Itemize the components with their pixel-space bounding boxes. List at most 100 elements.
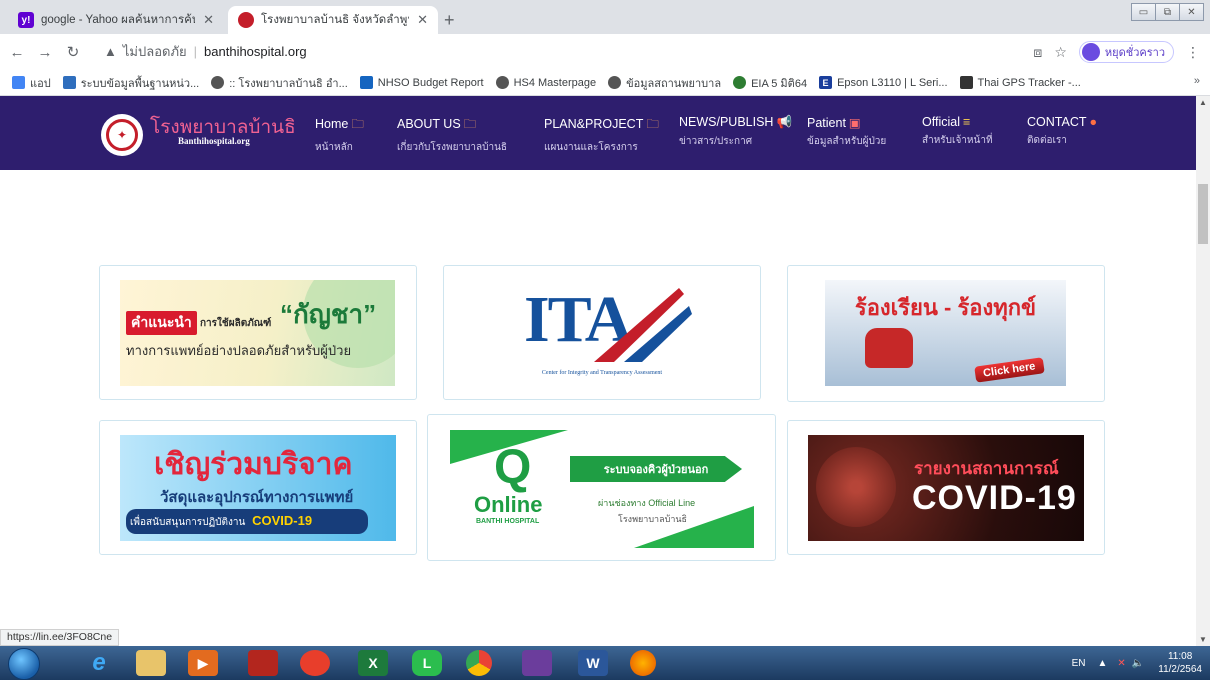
bookmark-item[interactable]: HS4 Masterpage: [495, 76, 596, 89]
media-player-icon[interactable]: ▶: [188, 650, 218, 676]
file-explorer-icon[interactable]: [136, 650, 166, 676]
more-bookmarks-icon[interactable]: »: [1194, 75, 1200, 87]
donation-line1: วัสดุและอุปกรณ์ทางการแพทย์: [160, 489, 354, 506]
bookmark-label: ระบบข้อมูลพื้นฐานหน่ว...: [80, 77, 200, 90]
apps-icon: [12, 76, 25, 89]
forward-icon[interactable]: →: [34, 44, 56, 61]
close-window-icon[interactable]: ✕: [1179, 3, 1204, 21]
clock-time: 11:08: [1167, 651, 1193, 662]
minimize-icon[interactable]: ▭: [1131, 3, 1156, 21]
reload-icon[interactable]: ↻: [62, 43, 84, 61]
nav-about[interactable]: ABOUT US 🗀 เกี่ยวกับโรงพยาบาลบ้านธิ: [397, 115, 507, 155]
restore-icon[interactable]: ⧉: [1155, 3, 1180, 21]
nav-sublabel: หน้าหลัก: [315, 142, 353, 153]
winrar-icon[interactable]: [522, 650, 552, 676]
nav-plan-project[interactable]: PLAN&PROJECT 🗀 แผนงานและโครงการ: [544, 115, 659, 155]
card-ita[interactable]: ITA Center for Integrity and Transparenc…: [443, 265, 761, 400]
yahoo-favicon-icon: y!: [18, 12, 34, 28]
bookmark-label: NHSO Budget Report: [377, 76, 484, 89]
firefox-icon[interactable]: [630, 650, 656, 676]
bookmark-item[interactable]: Thai GPS Tracker -...: [959, 76, 1081, 89]
tab-banthi[interactable]: โรงพยาบาลบ้านธิ จังหวัดลำพูน ✕: [228, 6, 438, 34]
profile-button[interactable]: หยุดชั่วคราว: [1078, 41, 1174, 63]
browser-toolbar: ← → ↻ ▲ ไม่ปลอดภัย | banthihospital.org …: [0, 34, 1210, 70]
folder-icon: 🗀: [463, 117, 477, 131]
card-covid-report[interactable]: รายงานสถานการณ์ COVID-19: [787, 420, 1105, 555]
translate-icon[interactable]: ⧈: [1033, 44, 1042, 61]
donation-title: เชิญร่วมบริจาค: [154, 448, 353, 481]
globe-icon: [211, 76, 225, 89]
cannabis-banner[interactable]: คำแนะนำ การใช้ผลิตภัณฑ์ “กัญชา” ทางการแพ…: [120, 280, 395, 386]
donation-line2: เพื่อสนับสนุนการปฏิบัติงาน: [130, 517, 246, 528]
hospital-logo[interactable]: ✦: [101, 114, 143, 156]
card-complaint[interactable]: ร้องเรียน - ร้องทุกข์ Click here: [787, 265, 1105, 402]
bookmark-item[interactable]: ข้อมูลสถานพยาบาล: [608, 74, 721, 92]
nav-patient[interactable]: Patient ▣ ข้อมูลสำหรับผู้ป่วย: [807, 115, 886, 149]
bookmark-item[interactable]: :: โรงพยาบาลบ้านธิ อำ...: [211, 74, 348, 92]
folder-icon: 🗀: [646, 117, 659, 131]
window-controls: ▭ ⧉ ✕: [1131, 3, 1204, 21]
nav-sublabel: ข่าวสาร/ประกาศ: [679, 136, 753, 147]
online-label: Online: [474, 492, 543, 517]
nav-contact[interactable]: CONTACT ● ติดต่อเรา: [1027, 115, 1097, 148]
ita-banner[interactable]: ITA Center for Integrity and Transparenc…: [464, 280, 740, 386]
start-button[interactable]: [8, 648, 40, 680]
nav-sublabel: ติดต่อเรา: [1027, 135, 1067, 146]
nav-news[interactable]: NEWS/PUBLISH 📢 ข่าวสาร/ประกาศ: [679, 115, 792, 149]
bookmark-item[interactable]: แอป: [12, 74, 51, 92]
complaint-banner[interactable]: ร้องเรียน - ร้องทุกข์ Click here: [825, 280, 1066, 386]
app-icon[interactable]: [300, 650, 330, 676]
line-icon[interactable]: L: [412, 650, 442, 676]
status-url: https://lin.ee/3FO8Cne: [0, 629, 120, 646]
hospital-favicon-icon: [238, 12, 254, 28]
internet-explorer-icon[interactable]: e: [84, 649, 114, 676]
card-cannabis-guide[interactable]: คำแนะนำ การใช้ผลิตภัณฑ์ “กัญชา” ทางการแพ…: [99, 265, 417, 400]
bookmark-item[interactable]: E Epson L3110 | L Seri...: [819, 76, 948, 89]
scroll-thumb[interactable]: [1198, 184, 1208, 244]
tray-arrow-icon[interactable]: ▲: [1098, 658, 1108, 669]
clock[interactable]: 11:08 11/2/2564: [1158, 650, 1202, 676]
card-donation[interactable]: เชิญร่วมบริจาค วัสดุและอุปกรณ์ทางการแพทย…: [99, 420, 417, 555]
volume-icon[interactable]: 🔈: [1132, 658, 1144, 669]
chrome-icon[interactable]: [466, 650, 492, 676]
brand-english[interactable]: Banthihospital.org: [178, 136, 250, 146]
scroll-up-icon[interactable]: ▲: [1199, 98, 1207, 107]
scroll-down-icon[interactable]: ▼: [1199, 635, 1207, 644]
queue-banner[interactable]: Q Online BANTHI HOSPITAL ระบบจองคิวผู้ป่…: [450, 430, 754, 548]
more-menu-icon[interactable]: ⋮: [1186, 44, 1200, 61]
donation-banner[interactable]: เชิญร่วมบริจาค วัสดุและอุปกรณ์ทางการแพทย…: [120, 435, 396, 541]
excel-icon[interactable]: X: [358, 650, 388, 676]
omnibox[interactable]: ▲ ไม่ปลอดภัย | banthihospital.org: [104, 41, 307, 62]
virus-icon: [816, 447, 896, 527]
globe-icon: [495, 76, 509, 89]
nav-sublabel: ข้อมูลสำหรับผู้ป่วย: [807, 136, 887, 147]
close-tab-icon[interactable]: ✕: [417, 12, 428, 28]
screen: y! google - Yahoo ผลค้นหาการค้นหา ✕ โรงพ…: [0, 0, 1210, 680]
language-indicator[interactable]: EN: [1072, 658, 1086, 669]
app-icon[interactable]: [248, 650, 278, 676]
new-tab-icon[interactable]: +: [444, 10, 455, 31]
badge: คำแนะนำ: [126, 311, 197, 335]
bookmark-label: Thai GPS Tracker -...: [977, 76, 1081, 89]
bookmark-label: :: โรงพยาบาลบ้านธิ อำ...: [229, 77, 348, 90]
tab-yahoo[interactable]: y! google - Yahoo ผลค้นหาการค้นหา ✕: [8, 6, 224, 34]
ita-swoosh-icon: [594, 288, 692, 362]
page-scrollbar[interactable]: ▲ ▼: [1196, 96, 1210, 646]
url-text[interactable]: banthihospital.org: [204, 44, 307, 59]
warning-icon[interactable]: ▲: [104, 44, 117, 59]
close-tab-icon[interactable]: ✕: [203, 12, 214, 28]
security-label: ไม่ปลอดภัย: [122, 44, 187, 59]
bookmark-item[interactable]: NHSO Budget Report: [359, 76, 484, 89]
network-icon[interactable]: ✕: [1117, 658, 1125, 669]
star-icon[interactable]: ☆: [1054, 44, 1067, 61]
back-icon[interactable]: ←: [6, 44, 28, 61]
tab-title: google - Yahoo ผลค้นหาการค้นหา: [41, 14, 195, 26]
bookmark-item[interactable]: EIA 5 มิติ64: [733, 74, 807, 92]
bookmark-item[interactable]: ระบบข้อมูลพื้นฐานหน่ว...: [62, 74, 200, 92]
card-queue-online[interactable]: Q Online BANTHI HOSPITAL ระบบจองคิวผู้ป่…: [427, 414, 776, 561]
help-icon: ●: [1089, 115, 1098, 129]
word-icon[interactable]: W: [578, 650, 608, 676]
nav-home[interactable]: Home 🗀 หน้าหลัก: [315, 115, 364, 155]
nav-official[interactable]: Official ≡ สำหรับเจ้าหน้าที่: [922, 115, 993, 148]
covid-banner[interactable]: รายงานสถานการณ์ COVID-19: [808, 435, 1084, 541]
